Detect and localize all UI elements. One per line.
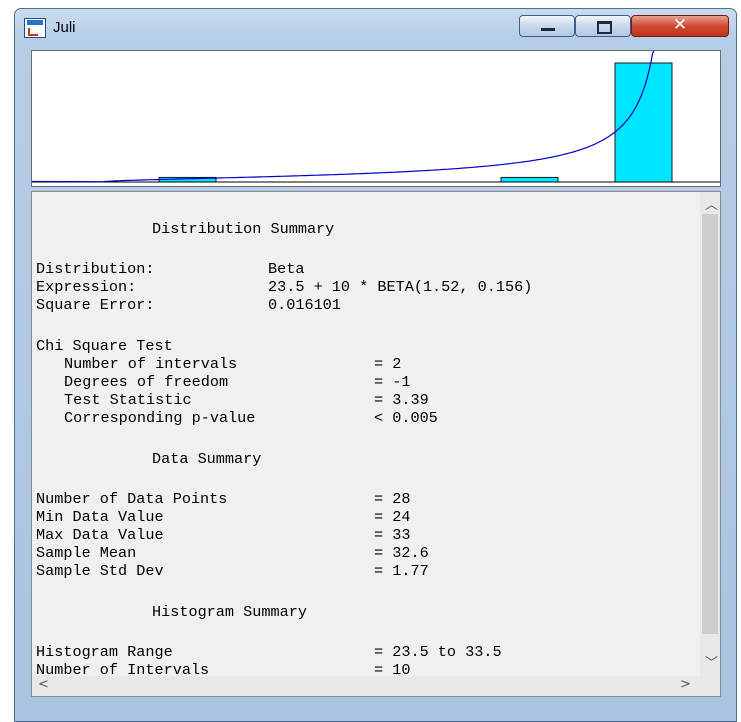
title-bar[interactable]: Juli ✕ <box>15 9 736 47</box>
histogram-pane <box>31 50 721 187</box>
summary-text: Distribution Summary Distribution: Beta … <box>36 192 696 678</box>
sample-std-label: Sample Std Dev <box>36 562 164 580</box>
window-title: Juli <box>53 19 76 36</box>
close-button[interactable]: ✕ <box>631 15 729 37</box>
chi-intervals-label: Number of intervals <box>64 355 238 373</box>
vertical-scrollbar[interactable]: ︿ ﹀ <box>700 192 720 678</box>
scroll-right-icon[interactable]: > <box>680 677 691 692</box>
histogram-summary-heading: Histogram Summary <box>152 603 307 621</box>
distribution-value: Beta <box>268 260 305 278</box>
expression-value: 23.5 + 10 * BETA(1.52, 0.156) <box>268 278 533 296</box>
distribution-label: Distribution: <box>36 260 155 278</box>
min-value: = 24 <box>374 508 411 526</box>
resize-grip[interactable] <box>700 676 720 696</box>
data-summary-heading: Data Summary <box>152 450 262 468</box>
histogram-bar <box>500 176 559 183</box>
sample-mean-label: Sample Mean <box>36 544 137 562</box>
square-error-label: Square Error: <box>36 296 155 314</box>
chi-pvalue-value: < 0.005 <box>374 409 438 427</box>
histogram-chart <box>32 51 720 183</box>
close-icon: ✕ <box>672 15 688 35</box>
scroll-up-icon[interactable]: ︿ <box>705 194 718 213</box>
data-points-value: = 28 <box>374 490 411 508</box>
chi-square-heading: Chi Square Test <box>36 337 173 355</box>
sample-mean-value: = 32.6 <box>374 544 429 562</box>
scroll-down-icon[interactable]: ﹀ <box>705 652 718 671</box>
sample-std-value: = 1.77 <box>374 562 429 580</box>
chi-statistic-value: = 3.39 <box>374 391 429 409</box>
horizontal-scrollbar[interactable]: < > <box>32 676 700 696</box>
max-value: = 33 <box>374 526 411 544</box>
histogram-bar <box>614 62 673 183</box>
vertical-scroll-thumb[interactable] <box>702 214 718 634</box>
scroll-left-icon[interactable]: < <box>38 677 49 692</box>
minimize-button[interactable] <box>519 15 575 37</box>
square-error-value: 0.016101 <box>268 296 341 314</box>
histogram-range-value: = 23.5 to 33.5 <box>374 643 502 661</box>
maximize-button[interactable] <box>575 15 631 37</box>
chi-dof-value: = -1 <box>374 373 411 391</box>
chi-dof-label: Degrees of freedom <box>64 373 229 391</box>
distribution-summary-heading: Distribution Summary <box>152 220 335 238</box>
expression-label: Expression: <box>36 278 137 296</box>
chi-pvalue-label: Corresponding p-value <box>64 409 256 427</box>
summary-text-pane: Distribution Summary Distribution: Beta … <box>31 191 721 697</box>
input-analyzer-window: Juli ✕ Distribution Summary Distribution… <box>14 8 737 722</box>
histogram-range-label: Histogram Range <box>36 643 173 661</box>
app-icon <box>24 18 46 38</box>
min-value-label: Min Data Value <box>36 508 164 526</box>
chi-intervals-value: = 2 <box>374 355 402 373</box>
fitted-density-curve <box>32 51 655 183</box>
data-points-label: Number of Data Points <box>36 490 228 508</box>
chi-statistic-label: Test Statistic <box>64 391 192 409</box>
max-value-label: Max Data Value <box>36 526 164 544</box>
